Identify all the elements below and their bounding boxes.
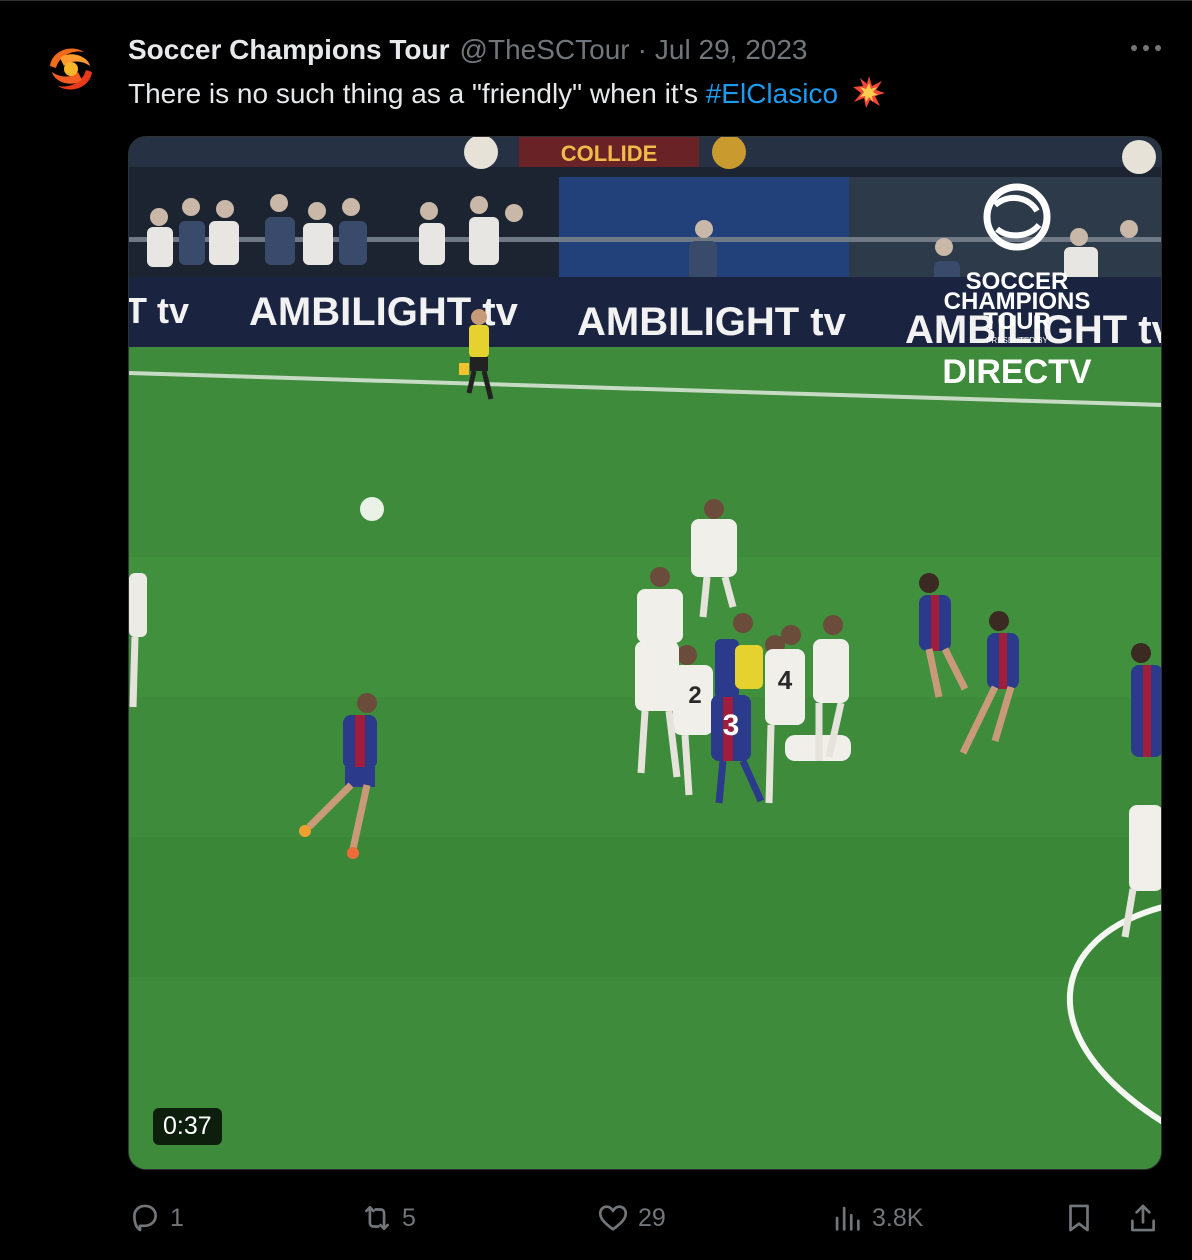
jersey-number-c: 2 — [688, 682, 701, 709]
retweet-count: 5 — [402, 1203, 416, 1232]
like-count: 29 — [638, 1203, 666, 1232]
video-player[interactable]: COLLIDE T tv AMBILIGHT tv AMBILIGHT tv A… — [128, 136, 1162, 1170]
ad-board-2: AMBILIGHT tv — [577, 300, 847, 344]
reply-button[interactable]: 1 — [128, 1196, 184, 1240]
heart-icon — [598, 1205, 628, 1231]
like-button[interactable]: 29 — [596, 1196, 666, 1240]
top-divider — [0, 0, 1192, 1]
author-handle[interactable]: @TheSCTour — [460, 34, 630, 66]
reply-icon — [133, 1204, 157, 1232]
ad-board-fragment: T tv — [129, 290, 189, 331]
reply-count: 1 — [170, 1203, 184, 1232]
soccer-champions-tour-logo — [44, 42, 98, 96]
jersey-number-a: 3 — [723, 709, 740, 742]
collision-emoji-icon — [852, 76, 885, 108]
author-avatar[interactable] — [42, 40, 100, 98]
watermark-line-3: TOUR — [983, 308, 1051, 335]
video-frame: COLLIDE T tv AMBILIGHT tv AMBILIGHT tv A… — [129, 137, 1161, 1169]
share-button[interactable] — [1126, 1196, 1160, 1240]
watermark-sponsor: DIRECTV — [942, 353, 1092, 391]
views-button[interactable]: 3.8K — [830, 1196, 923, 1240]
bookmark-button[interactable] — [1062, 1196, 1096, 1240]
tweet-header: Soccer Champions Tour @TheSCTour · Jul 2… — [128, 30, 808, 70]
hashtag-link[interactable]: #ElClasico — [706, 78, 838, 109]
bookmark-icon — [1069, 1204, 1089, 1232]
football — [360, 497, 384, 521]
views-chart-icon — [835, 1206, 860, 1231]
tweet-date[interactable]: Jul 29, 2023 — [655, 34, 808, 66]
retweet-button[interactable]: 5 — [360, 1196, 416, 1240]
separator-dot: · — [637, 34, 647, 65]
jersey-number-b: 4 — [778, 665, 793, 695]
author-name[interactable]: Soccer Champions Tour — [128, 34, 450, 66]
more-horizontal-icon — [1131, 45, 1161, 51]
video-duration: 0:37 — [153, 1108, 222, 1145]
banner-text: COLLIDE — [561, 141, 658, 166]
share-icon — [1131, 1204, 1155, 1232]
views-count: 3.8K — [872, 1203, 924, 1232]
tweet-actions-bar: 1 5 29 3.8K — [128, 1196, 1166, 1240]
watermark-presented-by: PRESENTED BY — [986, 336, 1048, 345]
more-options-button[interactable] — [1126, 32, 1166, 64]
retweet-icon — [365, 1206, 389, 1230]
tweet-text: There is no such thing as a "friendly" w… — [128, 74, 886, 114]
tweet-body: There is no such thing as a "friendly" w… — [128, 78, 706, 109]
